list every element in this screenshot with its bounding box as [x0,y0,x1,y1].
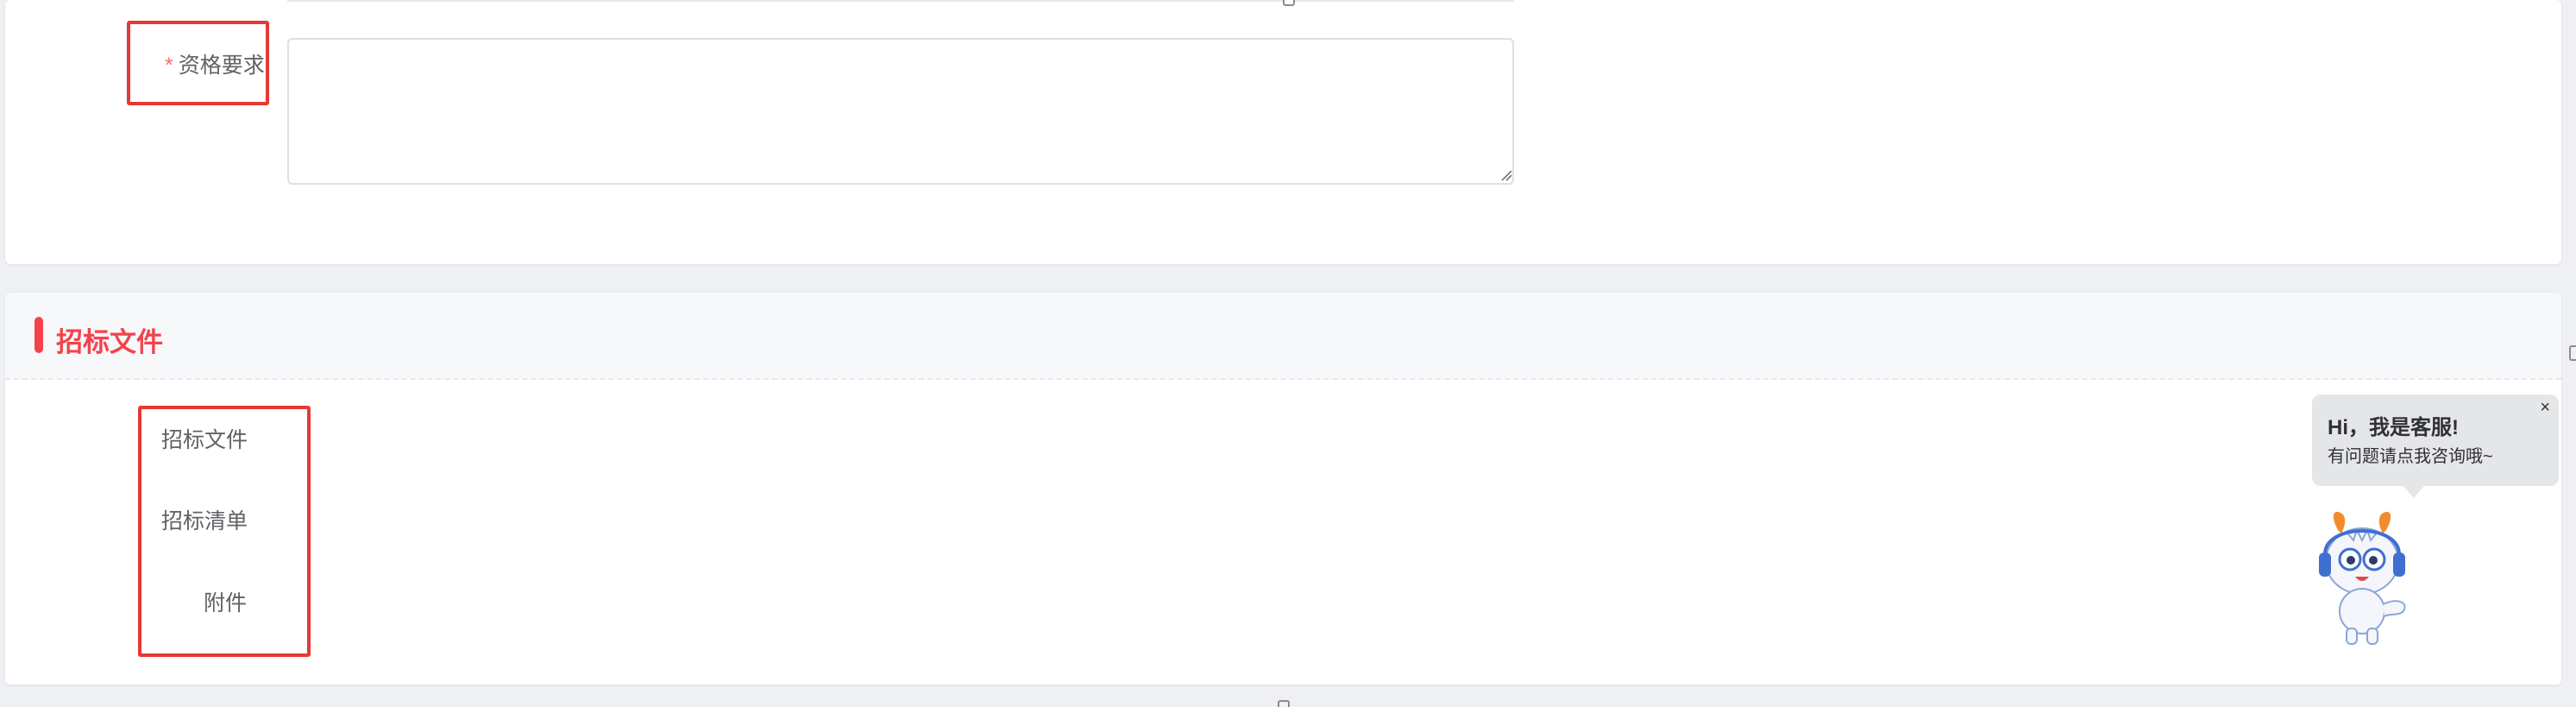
customer-service-mascot-icon[interactable] [2312,508,2412,646]
chat-subtitle: 有问题请点我咨询哦~ [2328,447,2493,466]
section-title: 招标文件 [56,327,163,357]
qualification-card: * 资格要求 [5,0,2561,264]
previous-field-border [287,0,1514,2]
section-accent-bar [35,317,43,353]
bid-documents-card: 招标文件 [5,293,2561,685]
customer-service-bubble[interactable]: × Hi，我是客服! 有问题请点我咨询哦~ [2312,395,2559,498]
chat-title: Hi，我是客服! [2328,416,2459,439]
section-header: 招标文件 [5,293,2561,380]
resize-handle-right[interactable] [2569,345,2576,361]
annotation-box-requirements [127,21,269,105]
annotation-box-bid-fields [138,406,311,657]
resize-handle-top[interactable] [1283,0,1295,6]
close-icon[interactable]: × [2540,398,2550,417]
requirements-textarea[interactable] [287,38,1514,185]
resize-grip-icon[interactable] [1500,169,1512,181]
